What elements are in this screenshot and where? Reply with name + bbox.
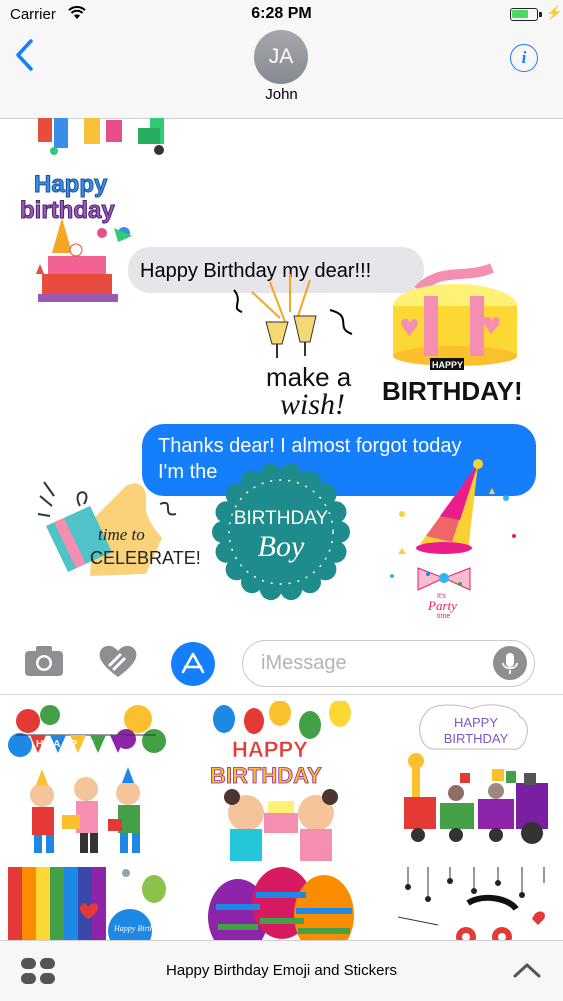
sticker-text: HAPPY [454, 715, 498, 730]
badge-scallop [299, 571, 321, 594]
sticker-text: HAPPY [432, 360, 463, 370]
time-to-celebrate-sticker[interactable]: time to CELEBRATE! [36, 478, 201, 588]
sticker-item[interactable] [206, 867, 366, 941]
sticker-drawer: HAPPY HAPPY BIRTHDAY HAPPY BIRTHDAY Happ… [0, 694, 563, 941]
sticker-text: birthday [20, 197, 115, 224]
clock: 6:28 PM [251, 5, 312, 22]
sticker-item[interactable] [398, 867, 558, 941]
sticker-text: time to [98, 525, 145, 544]
badge-scallop [241, 470, 263, 493]
camera-icon[interactable] [24, 645, 64, 677]
microphone-icon [502, 653, 518, 674]
birthday-boy-sticker[interactable]: BIRTHDAY Boy [208, 462, 354, 602]
sticker-text: time [437, 613, 450, 620]
status-bar: Carrier 6:28 PM ⚡ [0, 0, 563, 30]
battery-icon [510, 8, 538, 21]
badge-scallop [328, 521, 350, 543]
sticker-text: BIRTHDAY [444, 731, 509, 746]
message-text: Thanks dear! I almost forgot today [158, 435, 462, 457]
badge-scallop [212, 521, 234, 543]
app-store-icon [181, 652, 205, 674]
sticker-text: BIRTHDAY [234, 508, 329, 529]
avatar[interactable]: JA [254, 30, 308, 84]
sticker-item[interactable]: HAPPY BIRTHDAY [202, 701, 362, 861]
sticker-text: Party [427, 598, 457, 613]
sticker-text: wish! [280, 388, 345, 421]
badge-scallop [215, 540, 238, 563]
birthday-cake-sticker[interactable]: HAPPY BIRTHDAY! [380, 262, 530, 412]
sticker-item[interactable]: Happy Birthday [8, 867, 168, 941]
sticker-text: HAPPY [36, 739, 120, 750]
sticker-text: BIRTHDAY! [382, 376, 523, 406]
digital-touch-icon[interactable] [98, 643, 138, 679]
sticker-text: Happy Birthday [113, 924, 166, 933]
sticker-text: Happy [34, 171, 108, 198]
battery-tip [539, 12, 542, 17]
info-icon[interactable]: i [510, 44, 538, 72]
sticker-text: BIRTHDAY [210, 763, 322, 788]
app-title: Happy Birthday Emoji and Stickers [166, 962, 397, 979]
chevron-left-icon[interactable] [14, 38, 36, 72]
message-input-placeholder: iMessage [261, 652, 347, 674]
dictation-button[interactable] [493, 646, 527, 680]
chevron-up-icon[interactable] [512, 961, 542, 979]
sticker-text: Boy [258, 530, 305, 563]
app-store-button[interactable] [171, 642, 215, 686]
charging-icon: ⚡ [546, 5, 563, 20]
message-input[interactable]: iMessage [242, 640, 535, 687]
sticker-text: CELEBRATE! [90, 548, 201, 568]
sticker-text: HAPPY [232, 737, 308, 762]
make-a-wish-sticker[interactable]: make a wish! [230, 272, 360, 421]
battery-level [512, 10, 528, 18]
app-drawer-bar: Happy Birthday Emoji and Stickers [0, 940, 563, 1001]
sticker-item[interactable]: HAPPY BIRTHDAY [396, 703, 556, 863]
sticker-item[interactable]: HAPPY [6, 705, 166, 865]
contact-name[interactable]: John [0, 86, 563, 103]
party-hat-sticker[interactable]: It's Party time [382, 458, 532, 624]
